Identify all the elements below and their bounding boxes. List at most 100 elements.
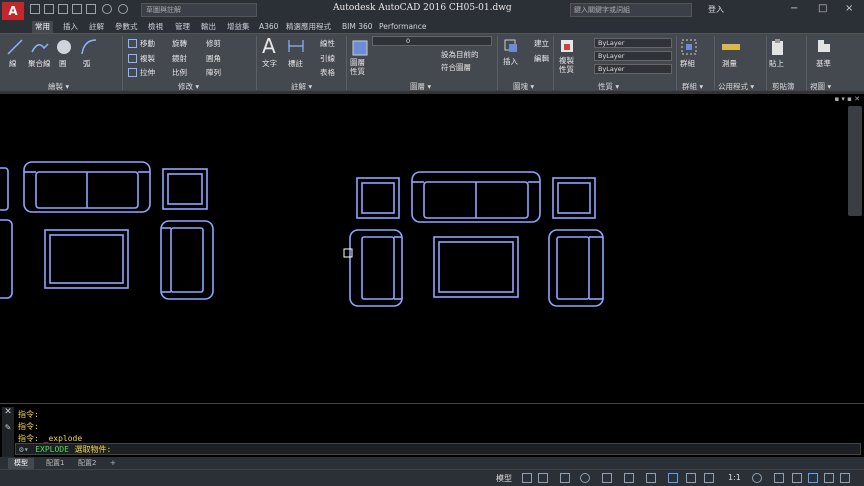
grid-icon[interactable]: [522, 473, 532, 483]
open-icon[interactable]: [44, 4, 54, 14]
layer-properties-label[interactable]: 圖層性質: [350, 58, 366, 76]
group-label[interactable]: 群組: [680, 58, 695, 69]
layout-tab[interactable]: 配置1: [40, 458, 70, 469]
paste-label[interactable]: 貼上: [769, 58, 784, 69]
move-button[interactable]: 移動: [140, 38, 155, 49]
maximize-button[interactable]: □: [818, 3, 827, 14]
polar-icon[interactable]: [580, 473, 590, 483]
command-window-handle[interactable]: ✕ ✎: [2, 407, 14, 457]
workspace-gear-icon[interactable]: [752, 473, 762, 483]
osnap-icon[interactable]: [646, 473, 656, 483]
create-block-button[interactable]: 建立: [534, 38, 549, 49]
match-properties-icon[interactable]: [559, 38, 575, 54]
polyline-tool-label[interactable]: 聚合線: [28, 58, 51, 69]
print-icon[interactable]: [86, 4, 96, 14]
array-button[interactable]: 陣列: [206, 67, 221, 78]
layout-tab[interactable]: 模型: [8, 458, 34, 469]
isodraft-icon[interactable]: [602, 473, 612, 483]
edit-block-button[interactable]: 編輯: [534, 53, 549, 64]
model-space-button[interactable]: 模型: [496, 473, 512, 484]
measure-icon[interactable]: [721, 40, 741, 54]
layer-dropdown[interactable]: 0: [372, 36, 492, 46]
fillet-button[interactable]: 圓角: [206, 53, 221, 64]
set-current-button[interactable]: 設為目前的: [441, 49, 479, 60]
copy-button[interactable]: 複製: [140, 53, 155, 64]
ribbon-tab[interactable]: 常用: [32, 21, 53, 33]
paste-icon[interactable]: [770, 38, 786, 56]
navigation-bar[interactable]: [848, 106, 862, 216]
text-tool-label[interactable]: 文字: [262, 58, 277, 69]
color-dropdown[interactable]: ByLayer: [594, 38, 672, 48]
undo-icon[interactable]: [102, 4, 112, 14]
dimension-tool-label[interactable]: 標註: [288, 58, 303, 69]
ribbon-tab[interactable]: 檢視: [145, 21, 166, 33]
viewport-controls[interactable]: ▪ ▾ ▪ ✕: [834, 95, 860, 103]
application-menu-button[interactable]: A: [2, 2, 24, 20]
ribbon-tab[interactable]: 輸出: [198, 21, 219, 33]
scale-dropdown[interactable]: 1:1: [728, 473, 741, 482]
ribbon-tab[interactable]: 註解: [86, 21, 107, 33]
ribbon-tab[interactable]: 精選應用程式: [283, 21, 334, 33]
save-as-icon[interactable]: [72, 4, 82, 14]
close-command-icon[interactable]: ✕: [2, 407, 14, 417]
lineweight-icon[interactable]: [668, 473, 678, 483]
redo-icon[interactable]: [118, 4, 128, 14]
stretch-button[interactable]: 拉伸: [140, 67, 155, 78]
line-tool-label[interactable]: 線: [9, 58, 17, 69]
isolate-objects-icon[interactable]: [824, 473, 834, 483]
command-input[interactable]: ⚙▾ EXPLODE 選取物件:: [15, 443, 861, 455]
match-properties-label[interactable]: 複製性質: [559, 56, 575, 74]
lineweight-dropdown[interactable]: ByLayer: [594, 64, 672, 74]
save-icon[interactable]: [58, 4, 68, 14]
ortho-icon[interactable]: [560, 473, 570, 483]
base-view-label[interactable]: 基準: [816, 58, 831, 69]
scale-button[interactable]: 比例: [172, 67, 187, 78]
circle-icon[interactable]: [55, 38, 73, 56]
match-layer-button[interactable]: 符合圖層: [441, 62, 471, 73]
quick-properties-icon[interactable]: [808, 473, 818, 483]
trim-button[interactable]: 修剪: [206, 38, 221, 49]
annotation-monitor-icon[interactable]: [774, 473, 784, 483]
insert-block-icon[interactable]: [503, 38, 519, 54]
ribbon-tab[interactable]: 插入: [60, 21, 81, 33]
transparency-icon[interactable]: [686, 473, 696, 483]
linear-button[interactable]: 線性: [320, 38, 335, 49]
insert-block-label[interactable]: 插入: [503, 56, 518, 67]
close-button[interactable]: ×: [845, 3, 853, 14]
ribbon-tab[interactable]: 參數式: [112, 21, 141, 33]
ribbon-tab[interactable]: 增益集: [224, 21, 253, 33]
new-icon[interactable]: [30, 4, 40, 14]
table-button[interactable]: 表格: [320, 67, 335, 78]
circle-tool-label[interactable]: 圓: [59, 58, 67, 69]
layout-tab[interactable]: 配置2: [72, 458, 102, 469]
text-a-icon[interactable]: A: [262, 34, 276, 58]
polyline-icon[interactable]: [30, 38, 50, 56]
ribbon-tab[interactable]: BIM 360: [339, 21, 376, 33]
search-input[interactable]: 鍵入關鍵字或詞組: [570, 3, 692, 17]
drawing-canvas[interactable]: ▪ ▾ ▪ ✕: [0, 94, 864, 400]
workspace-dropdown[interactable]: 草圖與註解: [141, 3, 257, 17]
linetype-dropdown[interactable]: ByLayer: [594, 51, 672, 61]
leader-button[interactable]: 引線: [320, 53, 335, 64]
add-layout-button[interactable]: +: [104, 458, 122, 469]
osnap-track-icon[interactable]: [624, 473, 634, 483]
dimension-icon[interactable]: [287, 38, 305, 54]
measure-label[interactable]: 測量: [722, 58, 737, 69]
annotation-scale-icon[interactable]: [704, 473, 714, 483]
ribbon-tab[interactable]: Performance: [376, 21, 430, 33]
minimize-button[interactable]: −: [790, 3, 798, 14]
customization-icon[interactable]: [840, 473, 850, 483]
arc-tool-label[interactable]: 弧: [83, 58, 91, 69]
group-icon[interactable]: [680, 38, 698, 56]
login-button[interactable]: 登入: [708, 4, 724, 15]
arc-icon[interactable]: [80, 38, 98, 56]
base-view-icon[interactable]: [816, 38, 832, 54]
customize-icon[interactable]: ✎: [2, 423, 14, 432]
ribbon-tab[interactable]: A360: [256, 21, 281, 33]
rotate-button[interactable]: 旋轉: [172, 38, 187, 49]
line-icon[interactable]: [6, 38, 24, 56]
ribbon-tab[interactable]: 管理: [172, 21, 193, 33]
snap-icon[interactable]: [538, 473, 548, 483]
mirror-button[interactable]: 鏡射: [172, 53, 187, 64]
layer-properties-icon[interactable]: [352, 40, 368, 56]
